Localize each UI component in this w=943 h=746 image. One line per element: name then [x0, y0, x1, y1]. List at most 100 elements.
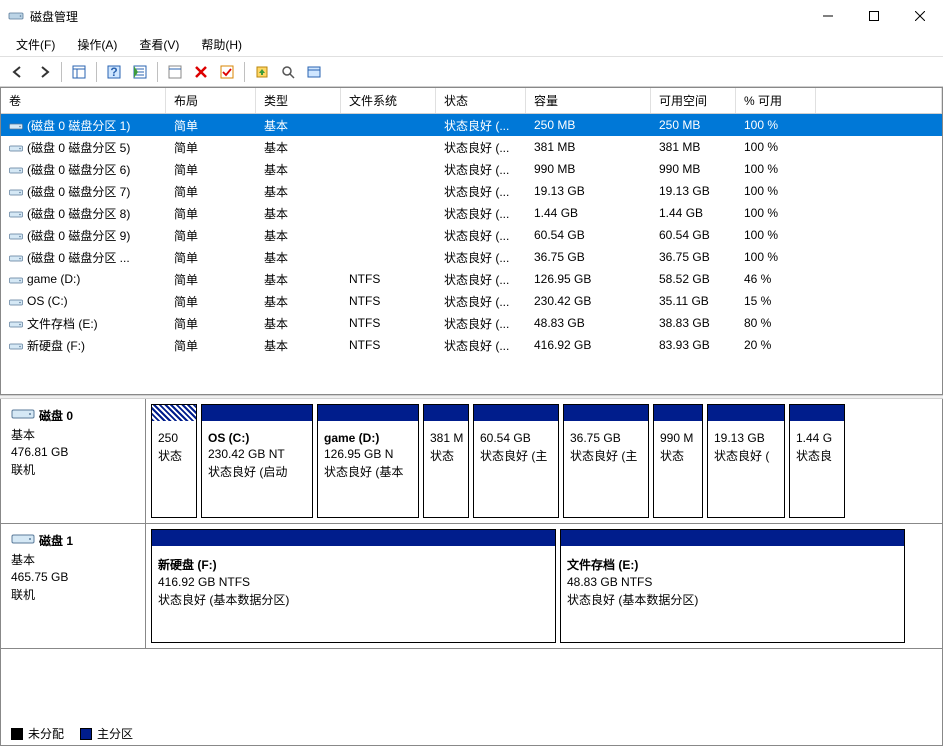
partition[interactable]: 文件存档 (E:)48.83 GB NTFS状态良好 (基本数据分区) — [560, 529, 905, 643]
disk-icon — [11, 407, 35, 424]
volume-row[interactable]: 文件存档 (E:)简单基本NTFS状态良好 (...48.83 GB38.83 … — [1, 312, 942, 334]
col-filesystem[interactable]: 文件系统 — [341, 88, 436, 113]
volume-row[interactable]: (磁盘 0 磁盘分区 6)简单基本状态良好 (...990 MB990 MB10… — [1, 158, 942, 180]
search-button[interactable] — [276, 60, 300, 84]
volume-pct: 46 % — [736, 270, 816, 288]
disk-graphic-panel: 磁盘 0基本476.81 GB联机250状态 OS (C:) 230.42 GB N… — [0, 399, 943, 722]
volume-pct: 80 % — [736, 314, 816, 332]
volume-layout: 简单 — [166, 247, 256, 268]
volume-type: 基本 — [256, 291, 341, 312]
volume-type: 基本 — [256, 269, 341, 290]
partition-status: 状态良好 (主 — [480, 447, 552, 464]
drive-icon — [9, 186, 23, 198]
note-button[interactable] — [302, 60, 326, 84]
volume-free: 250 MB — [651, 116, 736, 134]
volume-row[interactable]: game (D:)简单基本NTFS状态良好 (...126.95 GB58.52… — [1, 268, 942, 290]
volume-fs: NTFS — [341, 292, 436, 310]
partition-size: 416.92 GB NTFS — [158, 575, 549, 589]
col-pctfree[interactable]: % 可用 — [736, 88, 816, 113]
partition[interactable]: 60.54 GB状态良好 (主 — [473, 404, 559, 518]
forward-button[interactable] — [32, 60, 56, 84]
volume-type: 基本 — [256, 313, 341, 334]
check-button[interactable] — [215, 60, 239, 84]
volume-capacity: 416.92 GB — [526, 336, 651, 354]
col-free[interactable]: 可用空间 — [651, 88, 736, 113]
volume-fs — [341, 211, 436, 215]
close-button[interactable] — [897, 0, 943, 32]
volume-type: 基本 — [256, 247, 341, 268]
menu-view[interactable]: 查看(V) — [129, 33, 189, 56]
partition[interactable]: 36.75 GB状态良好 (主 — [563, 404, 649, 518]
window-title: 磁盘管理 — [30, 8, 78, 25]
partition[interactable]: 19.13 GB状态良好 ( — [707, 404, 785, 518]
volume-row[interactable]: (磁盘 0 磁盘分区 9)简单基本状态良好 (...60.54 GB60.54 … — [1, 224, 942, 246]
partition[interactable]: 1.44 G状态良 — [789, 404, 845, 518]
volume-status: 状态良好 (... — [436, 115, 526, 136]
properties-button[interactable] — [163, 60, 187, 84]
volume-free: 990 MB — [651, 160, 736, 178]
volume-list: (磁盘 0 磁盘分区 1)简单基本状态良好 (...250 MB250 MB10… — [1, 114, 942, 394]
volume-pct: 100 % — [736, 226, 816, 244]
volume-status: 状态良好 (... — [436, 181, 526, 202]
up-button[interactable] — [250, 60, 274, 84]
back-button[interactable] — [6, 60, 30, 84]
partition-size: 36.75 GB — [570, 431, 642, 445]
drive-icon — [9, 142, 23, 154]
delete-button[interactable] — [189, 60, 213, 84]
partition-size: 126.95 GB N — [324, 447, 412, 461]
volume-fs — [341, 189, 436, 193]
partition-label: game (D:) — [324, 431, 412, 445]
menu-help[interactable]: 帮助(H) — [191, 33, 252, 56]
col-capacity[interactable]: 容量 — [526, 88, 651, 113]
volume-fs: NTFS — [341, 270, 436, 288]
volume-layout: 简单 — [166, 335, 256, 356]
help-button[interactable]: ? — [102, 60, 126, 84]
col-layout[interactable]: 布局 — [166, 88, 256, 113]
disk-header[interactable]: 磁盘 1基本465.75 GB联机 — [1, 524, 146, 648]
minimize-button[interactable] — [805, 0, 851, 32]
partition[interactable]: 990 M状态 — [653, 404, 703, 518]
menu-action[interactable]: 操作(A) — [67, 33, 127, 56]
partition-status: 状态 — [430, 447, 462, 464]
volume-row[interactable]: (磁盘 0 磁盘分区 8)简单基本状态良好 (...1.44 GB1.44 GB… — [1, 202, 942, 224]
partition-size: 230.42 GB NT — [208, 447, 306, 461]
volume-fs — [341, 167, 436, 171]
volume-layout: 简单 — [166, 115, 256, 136]
partition-label: OS (C:) — [208, 431, 306, 445]
partition[interactable]: 250状态 — [151, 404, 197, 518]
volume-type: 基本 — [256, 335, 341, 356]
volume-row[interactable]: (磁盘 0 磁盘分区 1)简单基本状态良好 (...250 MB250 MB10… — [1, 114, 942, 136]
volume-pct: 100 % — [736, 204, 816, 222]
maximize-button[interactable] — [851, 0, 897, 32]
volume-row[interactable]: (磁盘 0 磁盘分区 7)简单基本状态良好 (...19.13 GB19.13 … — [1, 180, 942, 202]
svg-text:?: ? — [110, 65, 117, 79]
disk-header[interactable]: 磁盘 0基本476.81 GB联机 — [1, 399, 146, 523]
partition[interactable]: 新硬盘 (F:)416.92 GB NTFS状态良好 (基本数据分区) — [151, 529, 556, 643]
volume-row[interactable]: (磁盘 0 磁盘分区 ...简单基本状态良好 (...36.75 GB36.75… — [1, 246, 942, 268]
col-volume[interactable]: 卷 — [1, 88, 166, 113]
partition[interactable]: OS (C:)230.42 GB NT状态良好 (启动 — [201, 404, 313, 518]
partition[interactable]: 381 M状态 — [423, 404, 469, 518]
partition-status: 状态良好 (基本数据分区) — [158, 591, 549, 608]
volume-row[interactable]: OS (C:)简单基本NTFS状态良好 (...230.42 GB35.11 G… — [1, 290, 942, 312]
disk-row: 磁盘 0基本476.81 GB联机250状态 OS (C:) 230.42 GB N… — [1, 399, 942, 524]
volume-layout: 简单 — [166, 181, 256, 202]
volume-name: (磁盘 0 磁盘分区 9) — [27, 229, 130, 243]
col-type[interactable]: 类型 — [256, 88, 341, 113]
volume-fs — [341, 145, 436, 149]
titlebar: 磁盘管理 — [0, 0, 943, 32]
volume-type: 基本 — [256, 137, 341, 158]
list-button[interactable] — [128, 60, 152, 84]
volume-layout: 简单 — [166, 137, 256, 158]
volume-type: 基本 — [256, 159, 341, 180]
drive-icon — [9, 120, 23, 132]
table-header: 卷 布局 类型 文件系统 状态 容量 可用空间 % 可用 — [1, 88, 942, 114]
volume-row[interactable]: 新硬盘 (F:)简单基本NTFS状态良好 (...416.92 GB83.93 … — [1, 334, 942, 356]
col-status[interactable]: 状态 — [436, 88, 526, 113]
partition[interactable]: game (D:)126.95 GB N状态良好 (基本 — [317, 404, 419, 518]
volume-row[interactable]: (磁盘 0 磁盘分区 5)简单基本状态良好 (...381 MB381 MB10… — [1, 136, 942, 158]
volume-free: 38.83 GB — [651, 314, 736, 332]
menu-file[interactable]: 文件(F) — [6, 33, 65, 56]
console-tree-button[interactable] — [67, 60, 91, 84]
partition-label: 文件存档 (E:) — [567, 556, 898, 573]
